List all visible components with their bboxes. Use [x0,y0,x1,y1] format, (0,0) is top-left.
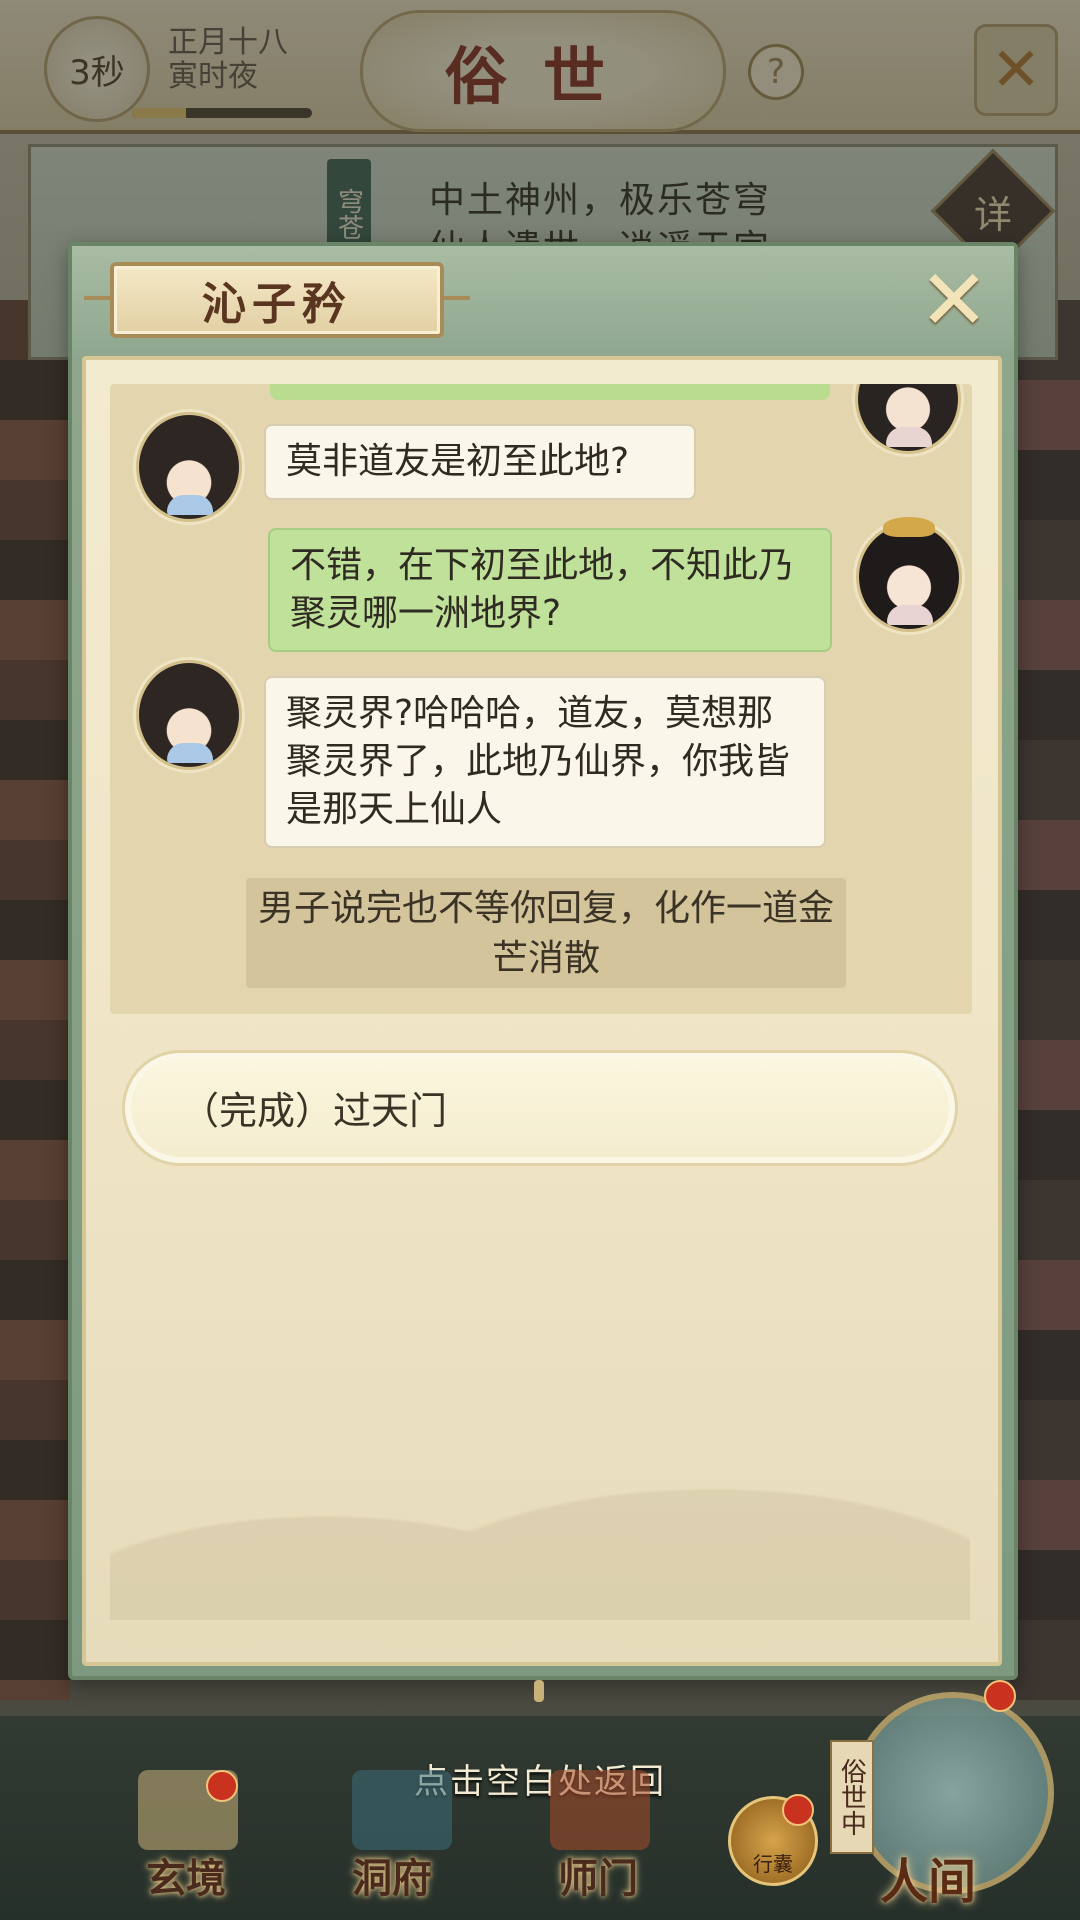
notification-dot [206,1770,238,1802]
npc-avatar [136,412,242,522]
player-avatar-partial [855,384,961,454]
npc-avatar [136,660,242,770]
nav-dongfu[interactable]: 洞府 [322,1846,462,1904]
world-status-vertical: 俗世中 [830,1740,874,1854]
notification-dot [984,1680,1016,1712]
npc-name-plate: 沁子矜 [84,262,470,338]
world-label[interactable]: 人间 [880,1842,976,1912]
player-message-bubble: 不错，在下初至此地，不知此乃聚灵哪一洲地界? [268,528,832,652]
mountain-decoration [110,1380,970,1620]
npc-message-bubble: 莫非道友是初至此地? [264,424,696,500]
sect-icon [550,1770,650,1850]
dialog-option-button[interactable]: （完成）过天门 [122,1050,958,1166]
cave-dwelling-icon [352,1770,452,1850]
dialog-pin [534,1680,544,1702]
player-avatar [856,517,962,632]
nav-shimen[interactable]: 师门 [528,1846,668,1904]
notification-dot [782,1794,814,1826]
dialog-close-button[interactable]: ✕ [916,258,992,342]
previous-message-bubble [270,384,830,400]
nav-xuanjing[interactable]: 玄境 [116,1846,256,1904]
npc-message-bubble: 聚灵界?哈哈哈，道友，莫想那聚灵界了，此地乃仙界，你我皆是那天上仙人 [264,676,826,848]
bag-label: 行囊 [753,1852,793,1876]
narration-box: 男子说完也不等你回复，化作一道金芒消散 [246,878,846,988]
